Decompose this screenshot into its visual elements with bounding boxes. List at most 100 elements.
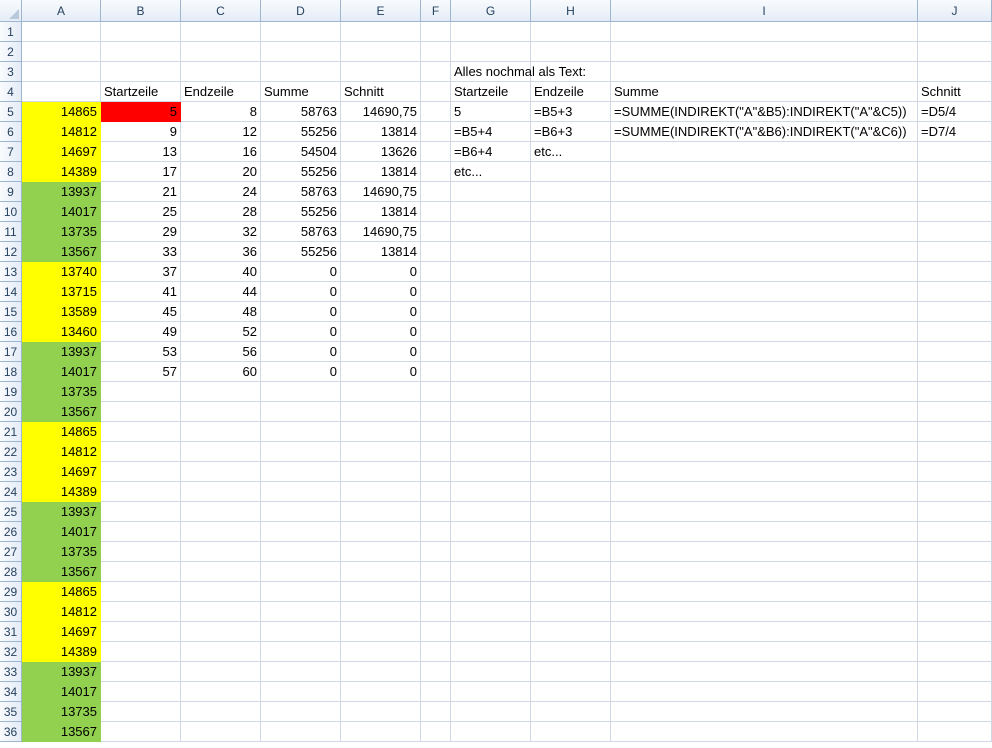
cell-j25[interactable] [918, 502, 992, 522]
cell-d12[interactable]: 55256 [261, 242, 341, 262]
cell-b8[interactable]: 17 [101, 162, 181, 182]
cell-h13[interactable] [531, 262, 611, 282]
cell-f5[interactable] [421, 102, 451, 122]
cell-c28[interactable] [181, 562, 261, 582]
cell-j22[interactable] [918, 442, 992, 462]
cell-j15[interactable] [918, 302, 992, 322]
cell-i19[interactable] [611, 382, 918, 402]
cell-i22[interactable] [611, 442, 918, 462]
cell-i4[interactable]: Summe [611, 82, 918, 102]
cell-d30[interactable] [261, 602, 341, 622]
cell-b26[interactable] [101, 522, 181, 542]
cell-c18[interactable]: 60 [181, 362, 261, 382]
cell-f30[interactable] [421, 602, 451, 622]
cell-j4[interactable]: Schnitt [918, 82, 992, 102]
column-header-e[interactable]: E [341, 0, 421, 22]
row-header-26[interactable]: 26 [0, 522, 22, 542]
cell-d8[interactable]: 55256 [261, 162, 341, 182]
cell-b34[interactable] [101, 682, 181, 702]
cell-b14[interactable]: 41 [101, 282, 181, 302]
cell-j32[interactable] [918, 642, 992, 662]
cell-f3[interactable] [421, 62, 451, 82]
cell-c17[interactable]: 56 [181, 342, 261, 362]
cell-a12[interactable]: 13567 [22, 242, 101, 262]
cell-a24[interactable]: 14389 [22, 482, 101, 502]
cell-i18[interactable] [611, 362, 918, 382]
cell-c11[interactable]: 32 [181, 222, 261, 242]
cell-c13[interactable]: 40 [181, 262, 261, 282]
cell-f21[interactable] [421, 422, 451, 442]
cell-j10[interactable] [918, 202, 992, 222]
cell-j14[interactable] [918, 282, 992, 302]
cell-b27[interactable] [101, 542, 181, 562]
cell-c31[interactable] [181, 622, 261, 642]
cell-a4[interactable] [22, 82, 101, 102]
cell-g8[interactable]: etc... [451, 162, 531, 182]
cell-c12[interactable]: 36 [181, 242, 261, 262]
cell-e17[interactable]: 0 [341, 342, 421, 362]
column-header-j[interactable]: J [918, 0, 992, 22]
cell-a23[interactable]: 14697 [22, 462, 101, 482]
cell-j3[interactable] [918, 62, 992, 82]
cell-a17[interactable]: 13937 [22, 342, 101, 362]
cell-h12[interactable] [531, 242, 611, 262]
cell-h27[interactable] [531, 542, 611, 562]
column-header-i[interactable]: I [611, 0, 918, 22]
cell-a2[interactable] [22, 42, 101, 62]
cell-b15[interactable]: 45 [101, 302, 181, 322]
row-header-29[interactable]: 29 [0, 582, 22, 602]
cell-a9[interactable]: 13937 [22, 182, 101, 202]
cell-d21[interactable] [261, 422, 341, 442]
cell-e1[interactable] [341, 22, 421, 42]
cell-e20[interactable] [341, 402, 421, 422]
cell-f7[interactable] [421, 142, 451, 162]
cell-j1[interactable] [918, 22, 992, 42]
cell-f22[interactable] [421, 442, 451, 462]
cell-h20[interactable] [531, 402, 611, 422]
cell-j7[interactable] [918, 142, 992, 162]
cell-h14[interactable] [531, 282, 611, 302]
cell-e33[interactable] [341, 662, 421, 682]
cell-g32[interactable] [451, 642, 531, 662]
cell-b9[interactable]: 21 [101, 182, 181, 202]
cell-c30[interactable] [181, 602, 261, 622]
cell-h21[interactable] [531, 422, 611, 442]
cell-e7[interactable]: 13626 [341, 142, 421, 162]
cell-i2[interactable] [611, 42, 918, 62]
cell-j19[interactable] [918, 382, 992, 402]
cell-h6[interactable]: =B6+3 [531, 122, 611, 142]
cell-d16[interactable]: 0 [261, 322, 341, 342]
column-header-c[interactable]: C [181, 0, 261, 22]
cell-b33[interactable] [101, 662, 181, 682]
cell-g31[interactable] [451, 622, 531, 642]
row-header-9[interactable]: 9 [0, 182, 22, 202]
cell-c29[interactable] [181, 582, 261, 602]
cell-b21[interactable] [101, 422, 181, 442]
cell-i24[interactable] [611, 482, 918, 502]
cell-d24[interactable] [261, 482, 341, 502]
cell-j27[interactable] [918, 542, 992, 562]
cell-f2[interactable] [421, 42, 451, 62]
cell-j36[interactable] [918, 722, 992, 742]
cell-j30[interactable] [918, 602, 992, 622]
cell-c15[interactable]: 48 [181, 302, 261, 322]
cell-e31[interactable] [341, 622, 421, 642]
cell-g24[interactable] [451, 482, 531, 502]
cell-a32[interactable]: 14389 [22, 642, 101, 662]
cell-e21[interactable] [341, 422, 421, 442]
cell-c23[interactable] [181, 462, 261, 482]
cell-d6[interactable]: 55256 [261, 122, 341, 142]
cell-j21[interactable] [918, 422, 992, 442]
cell-j2[interactable] [918, 42, 992, 62]
cell-j5[interactable]: =D5/4 [918, 102, 992, 122]
cell-i6[interactable]: =SUMME(INDIREKT("A"&B6):INDIREKT("A"&C6)… [611, 122, 918, 142]
cell-f13[interactable] [421, 262, 451, 282]
cell-g35[interactable] [451, 702, 531, 722]
cell-a8[interactable]: 14389 [22, 162, 101, 182]
cell-f25[interactable] [421, 502, 451, 522]
column-header-h[interactable]: H [531, 0, 611, 22]
cell-h10[interactable] [531, 202, 611, 222]
cell-f1[interactable] [421, 22, 451, 42]
cell-j29[interactable] [918, 582, 992, 602]
cell-g17[interactable] [451, 342, 531, 362]
